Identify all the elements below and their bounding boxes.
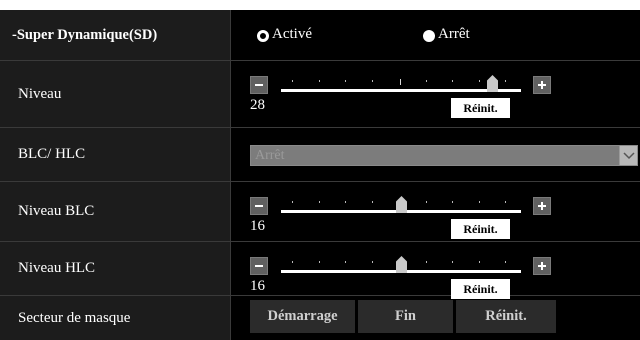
slider-tick [479, 201, 480, 203]
slider-tick [319, 201, 320, 203]
slider-tick [479, 80, 480, 82]
slider-thumb[interactable] [396, 256, 407, 273]
slider-tick [452, 201, 453, 203]
label-cell: Niveau HLC [0, 242, 231, 295]
slider-tick [292, 261, 293, 263]
label-cell: -Super Dynamique(SD) [0, 10, 231, 60]
slider-tick [372, 201, 373, 203]
slider-thumb[interactable] [396, 196, 407, 213]
niveau-hlc-label: Niveau HLC [18, 260, 96, 276]
slider-tick [426, 80, 427, 82]
minus-icon[interactable] [250, 197, 268, 215]
slider-tick [292, 201, 293, 203]
end-button[interactable]: Fin [358, 300, 453, 333]
slider-tick [505, 261, 506, 263]
start-button[interactable]: Démarrage [250, 300, 355, 333]
radio-active[interactable] [257, 30, 269, 42]
slider-tick [505, 80, 506, 82]
image-adjust-panel: -Super Dynamique(SD) Activé Arrêt Niveau… [0, 10, 640, 340]
slider-tick [319, 261, 320, 263]
slider-tick [505, 201, 506, 203]
niveau-blc-label: Niveau BLC [18, 203, 95, 219]
row-niveau: Niveau 28 Réinit. [0, 61, 640, 128]
slider-tick [426, 201, 427, 203]
minus-icon[interactable] [250, 76, 268, 94]
slider-tick [372, 261, 373, 263]
slider-tick [452, 261, 453, 263]
niveau-label: Niveau [18, 85, 62, 102]
label-cell: Niveau BLC [0, 182, 231, 241]
slider-tick [372, 80, 373, 82]
slider-tick [452, 80, 453, 82]
label-cell: Secteur de masque [0, 296, 231, 340]
slider-tick [345, 201, 346, 203]
slider-tick [426, 261, 427, 263]
slider-tick [292, 80, 293, 82]
slider-thumb[interactable] [487, 75, 498, 92]
row-secteur-masque: Secteur de masque Démarrage Fin Réinit. [0, 296, 640, 340]
slider-value: 16 [250, 278, 265, 294]
chevron-down-icon[interactable] [619, 146, 637, 165]
slider-tick [400, 79, 401, 85]
plus-icon[interactable] [533, 76, 551, 94]
radio-active-label[interactable]: Activé [272, 26, 312, 43]
plus-icon[interactable] [533, 257, 551, 275]
mask-reset-button[interactable]: Réinit. [456, 300, 556, 333]
radio-off-label[interactable]: Arrêt [438, 26, 470, 43]
slider-tick [319, 80, 320, 82]
slider-tick [345, 261, 346, 263]
blc-hlc-select[interactable]: Arrêt [250, 145, 638, 166]
row-blc-hlc: BLC/ HLC Arrêt [0, 128, 640, 182]
super-dynamique-label: -Super Dynamique(SD) [12, 26, 158, 43]
slider-value: 16 [250, 218, 265, 234]
slider-tick [345, 80, 346, 82]
radio-off[interactable] [423, 30, 435, 42]
slider-value: 28 [250, 97, 265, 113]
reset-button[interactable]: Réinit. [451, 219, 510, 239]
row-super-dynamique: -Super Dynamique(SD) Activé Arrêt [0, 10, 640, 61]
row-niveau-hlc: Niveau HLC 16 Réinit. [0, 242, 640, 299]
minus-icon[interactable] [250, 257, 268, 275]
label-cell: BLC/ HLC [0, 128, 231, 181]
blc-hlc-label: BLC/ HLC [18, 146, 86, 162]
secteur-masque-label: Secteur de masque [18, 309, 131, 326]
slider-tick [479, 261, 480, 263]
reset-button[interactable]: Réinit. [451, 98, 510, 118]
slider-track[interactable] [281, 89, 521, 92]
blc-hlc-selected: Arrêt [255, 148, 285, 163]
row-niveau-blc: Niveau BLC 16 Réinit. [0, 182, 640, 242]
plus-icon[interactable] [533, 197, 551, 215]
label-cell: Niveau [0, 61, 231, 127]
